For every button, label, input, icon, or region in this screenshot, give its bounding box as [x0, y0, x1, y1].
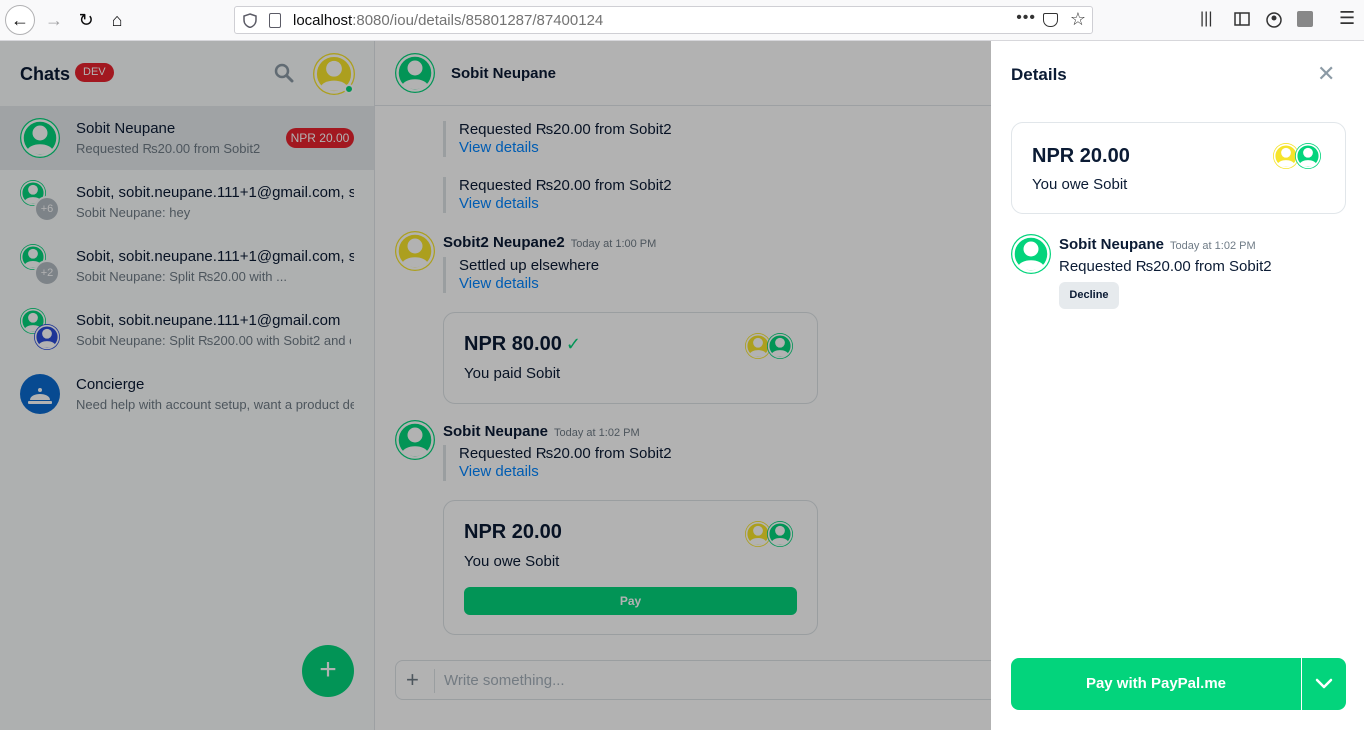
- forward-button[interactable]: →: [40, 6, 68, 34]
- action-author: Sobit Neupane Today at 1:02 PM: [1059, 236, 1256, 253]
- iou-summary-card: NPR 20.00 You owe Sobit: [1011, 122, 1346, 214]
- menu-icon[interactable]: ☰: [1339, 8, 1355, 29]
- action-timestamp: Today at 1:02 PM: [1170, 240, 1256, 252]
- payment-options-dropdown[interactable]: [1302, 658, 1346, 710]
- details-title: Details: [1011, 65, 1067, 84]
- avatar[interactable]: [1011, 234, 1051, 274]
- modal-backdrop[interactable]: [0, 41, 991, 730]
- participants-avatars: [1273, 143, 1321, 169]
- account-icon[interactable]: [1266, 12, 1282, 28]
- back-button[interactable]: ←: [5, 5, 35, 35]
- shield-icon[interactable]: [243, 13, 257, 28]
- pocket-icon[interactable]: [1043, 13, 1058, 27]
- library-icon[interactable]: |||: [1200, 10, 1212, 28]
- url-bar[interactable]: localhost:8080/iou/details/85801287/8740…: [234, 6, 1093, 34]
- page-icon: [269, 13, 281, 28]
- close-icon[interactable]: ✕: [1317, 61, 1335, 87]
- details-pane: Details ✕ NPR 20.00 You owe Sobit Sobit …: [991, 41, 1364, 730]
- extension-icon[interactable]: [1297, 11, 1313, 27]
- decline-button[interactable]: Decline: [1059, 282, 1119, 309]
- iou-amount: NPR 20.00: [1032, 145, 1130, 167]
- bookmark-star-icon[interactable]: ☆: [1070, 9, 1086, 30]
- home-button[interactable]: ⌂: [103, 6, 131, 34]
- iou-description: You owe Sobit: [1032, 176, 1128, 193]
- action-text: Requested ₨20.00 from Sobit2: [1059, 258, 1272, 275]
- url-text[interactable]: localhost:8080/iou/details/85801287/8740…: [293, 12, 603, 29]
- pay-with-paypal-button[interactable]: Pay with PayPal.me: [1011, 658, 1301, 710]
- reload-button[interactable]: ↻: [72, 6, 100, 34]
- browser-toolbar: ← → ↻ ⌂ localhost:8080/iou/details/85801…: [0, 0, 1364, 41]
- more-actions-icon[interactable]: •••: [1016, 9, 1036, 27]
- sidebar-toggle-icon[interactable]: [1234, 12, 1250, 26]
- chevron-down-icon: [1315, 678, 1333, 689]
